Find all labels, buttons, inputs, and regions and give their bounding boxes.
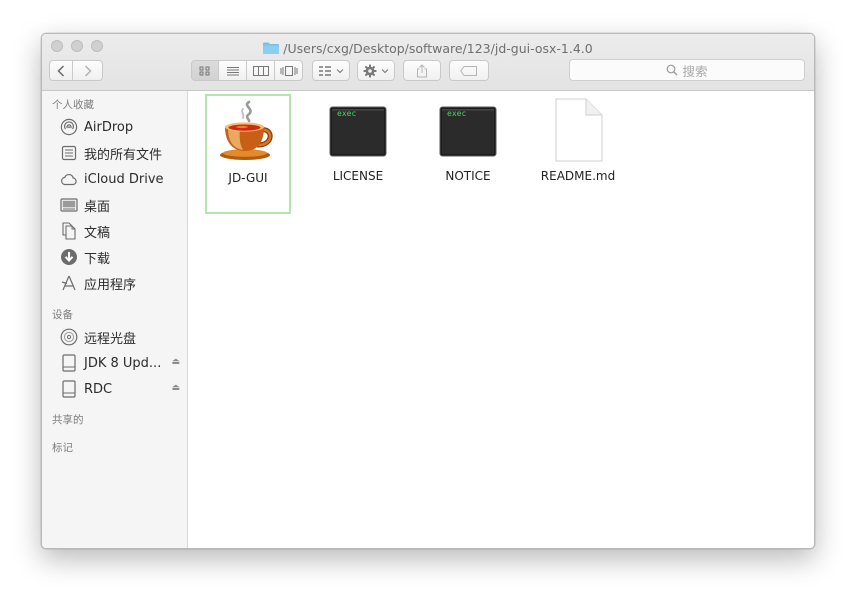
arrange-button[interactable] (312, 60, 350, 81)
sidebar-label: 下载 (84, 251, 111, 267)
documents-icon (59, 222, 78, 241)
airdrop-icon (59, 118, 78, 137)
file-name: JD-GUI (228, 171, 268, 185)
sidebar-item-documents[interactable]: 文稿 (59, 220, 187, 242)
document-icon (555, 98, 603, 162)
chevron-down-icon (381, 68, 389, 73)
desktop-icon (59, 196, 78, 215)
sidebar-label: 远程光盘 (84, 331, 137, 347)
sidebar-label: iCloud Drive (84, 171, 164, 187)
sidebar-item-jdk[interactable]: JDK 8 Upd... ⏏ (59, 352, 187, 374)
sidebar-item-icloud-drive[interactable]: iCloud Drive (59, 168, 187, 190)
disc-icon (59, 328, 78, 347)
window-title: /Users/cxg/Desktop/software/123/jd-gui-o… (42, 38, 814, 56)
sidebar-item-desktop[interactable]: 桌面 (59, 194, 187, 216)
sidebar-label: RDC (84, 381, 113, 397)
forward-button[interactable] (73, 60, 103, 81)
sidebar-label: AirDrop (84, 119, 134, 135)
file-browser[interactable]: JD-GUI exec LICENSE exec NOTICE README.m… (188, 91, 814, 548)
share-icon (417, 63, 427, 77)
all-files-icon (59, 144, 78, 163)
search-field[interactable]: 搜索 (569, 59, 805, 81)
eject-icon[interactable]: ⏏ (171, 357, 180, 367)
file-item-notice[interactable]: exec NOTICE (425, 94, 511, 214)
java-coffee-icon (220, 100, 273, 160)
chevron-down-icon (336, 68, 344, 73)
share-button[interactable] (403, 60, 441, 81)
column-view-icon (252, 65, 269, 76)
arrange-grid-icon (319, 65, 331, 76)
tags-button[interactable] (449, 60, 489, 81)
sidebar-item-remote-disc[interactable]: 远程光盘 (59, 326, 187, 348)
action-button[interactable] (357, 60, 395, 81)
icon-view-icon (199, 66, 210, 75)
sidebar-label: 桌面 (84, 199, 111, 215)
file-name: LICENSE (332, 169, 384, 183)
window-title-text: /Users/cxg/Desktop/software/123/jd-gui-o… (283, 41, 593, 56)
gallery-view-button[interactable] (275, 60, 303, 81)
exec-icon (439, 106, 497, 157)
sidebar-label: 我的所有文件 (84, 147, 163, 163)
exec-icon (329, 106, 387, 157)
gear-icon (363, 64, 377, 77)
list-view-icon (226, 66, 239, 75)
titlebar: /Users/cxg/Desktop/software/123/jd-gui-o… (42, 34, 814, 91)
eject-icon[interactable]: ⏏ (171, 383, 180, 393)
file-item-license[interactable]: exec LICENSE (315, 94, 401, 214)
tag-icon (460, 65, 477, 76)
chevron-left-icon (57, 64, 65, 77)
sidebar-item-applications[interactable]: 应用程序 (59, 272, 187, 294)
folder-icon (263, 42, 280, 54)
drive-icon (59, 354, 78, 373)
applications-icon (59, 274, 78, 293)
devices-heading[interactable]: 设备 (52, 307, 73, 322)
tags-heading[interactable]: 标记 (52, 440, 73, 455)
search-icon (667, 64, 678, 76)
sidebar-label: JDK 8 Upd... (84, 355, 162, 371)
exec-badge: exec (337, 109, 357, 118)
chevron-right-icon (84, 64, 92, 77)
sidebar-item-all-files[interactable]: 我的所有文件 (59, 142, 187, 164)
cloud-icon (59, 170, 78, 189)
favorites-heading[interactable]: 个人收藏 (52, 97, 94, 112)
shared-heading[interactable]: 共享的 (52, 412, 84, 427)
icon-view-button[interactable] (191, 60, 219, 81)
file-item-readme[interactable]: README.md (535, 94, 621, 214)
sidebar-item-rdc[interactable]: RDC ⏏ (59, 378, 187, 400)
sidebar-label: 文稿 (84, 225, 111, 241)
file-name: NOTICE (445, 169, 491, 183)
exec-badge: exec (447, 109, 467, 118)
drive-icon (59, 380, 78, 399)
sidebar-label: 应用程序 (84, 277, 137, 293)
download-icon (59, 248, 78, 267)
sidebar-item-airdrop[interactable]: AirDrop (59, 116, 187, 138)
file-item-jd-gui[interactable]: JD-GUI (205, 94, 291, 214)
file-name: README.md (540, 169, 616, 183)
list-view-button[interactable] (219, 60, 247, 81)
sidebar-item-downloads[interactable]: 下载 (59, 246, 187, 268)
cover-flow-icon (280, 65, 297, 76)
finder-window: /Users/cxg/Desktop/software/123/jd-gui-o… (41, 33, 815, 549)
search-placeholder: 搜索 (682, 63, 708, 79)
column-view-button[interactable] (247, 60, 275, 81)
sidebar: 个人收藏 AirDrop 我的所有文件 iCloud Drive 桌面 文稿 下… (42, 91, 188, 548)
back-button[interactable] (49, 60, 73, 81)
